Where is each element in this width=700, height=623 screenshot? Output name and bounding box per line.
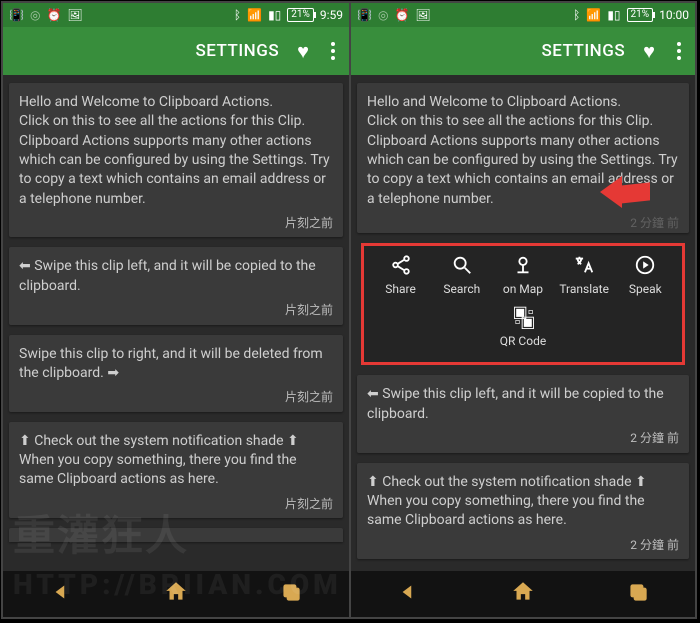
signal-icon: ▮▯	[268, 8, 281, 22]
nfc-icon: ◎	[378, 8, 388, 22]
recent-apps-button[interactable]	[278, 579, 304, 609]
clip-card[interactable]: ⬆ Check out the system notification shad…	[357, 463, 689, 559]
favorite-icon[interactable]: ♥	[643, 39, 655, 64]
home-button[interactable]	[510, 579, 536, 609]
clip-card[interactable]: ⬅ Swipe this clip left, and it will be c…	[9, 247, 343, 324]
translate-icon	[573, 254, 595, 276]
speak-icon	[634, 254, 656, 276]
battery-badge: 21%	[287, 8, 314, 22]
clip-timestamp: 片刻之前	[19, 215, 333, 232]
clip-card[interactable]	[9, 528, 343, 542]
clip-text: ⬆ Check out the system notification shad…	[367, 473, 679, 531]
action-label: QR Code	[500, 334, 546, 348]
vibrate-icon: 📳	[9, 8, 24, 22]
clip-timestamp: 片刻之前	[19, 496, 333, 513]
clip-text: ⬅ Swipe this clip left, and it will be c…	[19, 257, 333, 296]
clock: 9:59	[320, 8, 343, 22]
clip-text: ⬆ Check out the system notification shad…	[19, 432, 333, 490]
clip-card[interactable]: ⬅ Swipe this clip left, and it will be c…	[357, 375, 689, 452]
overflow-menu-icon[interactable]	[673, 40, 685, 62]
wifi-icon: 📶	[247, 8, 262, 22]
back-button[interactable]	[395, 579, 421, 609]
annotation-arrow	[604, 174, 650, 204]
clip-timestamp: 2 分鐘 前	[367, 215, 679, 232]
status-bar: 📳 ◎ ⏰ 🖼 ᛒ 📶 ▮▯ 21% 9:59	[3, 3, 349, 27]
image-icon: 🖼	[67, 8, 82, 22]
navigation-bar	[3, 571, 349, 617]
clip-card[interactable]: Swipe this clip to right, and it will be…	[9, 335, 343, 412]
action-label: Speak	[629, 282, 662, 296]
clip-text: Hello and Welcome to Clipboard Actions. …	[19, 93, 333, 209]
alarm-icon: ⏰	[394, 8, 409, 22]
search-action[interactable]: Search	[432, 254, 492, 296]
home-button[interactable]	[163, 579, 189, 609]
app-bar: SETTINGS ♥	[351, 27, 695, 75]
clip-text: ⬅ Swipe this clip left, and it will be c…	[367, 385, 679, 424]
settings-button[interactable]: SETTINGS	[195, 41, 279, 61]
status-bar: 📳 ◎ ⏰ 🖼 ᛒ 📶 ▮▯ 21% 10:00	[351, 3, 695, 27]
speak-action[interactable]: Speak	[615, 254, 675, 296]
phone-left: 📳 ◎ ⏰ 🖼 ᛒ 📶 ▮▯ 21% 9:59 SETTINGS ♥ Hello…	[3, 3, 349, 617]
actions-panel: Share Search on Map Translate	[361, 243, 685, 365]
bluetooth-icon: ᛒ	[573, 8, 580, 22]
signal-icon: ▮▯	[607, 8, 620, 22]
overflow-menu-icon[interactable]	[327, 40, 339, 62]
clip-timestamp: 片刻之前	[19, 389, 333, 406]
clip-timestamp: 2 分鐘 前	[367, 537, 679, 554]
translate-action[interactable]: Translate	[554, 254, 614, 296]
settings-button[interactable]: SETTINGS	[541, 41, 625, 61]
navigation-bar	[351, 571, 695, 617]
clip-list: Hello and Welcome to Clipboard Actions. …	[351, 75, 695, 571]
app-bar: SETTINGS ♥	[3, 27, 349, 75]
alarm-icon: ⏰	[46, 8, 61, 22]
back-button[interactable]	[48, 579, 74, 609]
phone-right: 📳 ◎ ⏰ 🖼 ᛒ 📶 ▮▯ 21% 10:00 SETTINGS ♥ Hell…	[349, 3, 695, 617]
qr-action[interactable]: ▣▫▫▣ QR Code	[493, 308, 553, 348]
action-label: Search	[443, 282, 480, 296]
share-action[interactable]: Share	[371, 254, 431, 296]
clip-text: Swipe this clip to right, and it will be…	[19, 345, 333, 384]
map-action[interactable]: on Map	[493, 254, 553, 296]
wifi-icon: 📶	[586, 8, 601, 22]
clock: 10:00	[659, 8, 689, 22]
action-label: Translate	[559, 282, 609, 296]
clip-timestamp: 片刻之前	[19, 302, 333, 319]
clip-card-expanded[interactable]: Hello and Welcome to Clipboard Actions. …	[357, 83, 689, 233]
map-pin-icon	[512, 254, 534, 276]
share-icon	[390, 254, 412, 276]
clip-card[interactable]: Hello and Welcome to Clipboard Actions. …	[9, 83, 343, 237]
clip-timestamp: 2 分鐘 前	[367, 430, 679, 447]
vibrate-icon: 📳	[357, 8, 372, 22]
action-label: on Map	[503, 282, 543, 296]
favorite-icon[interactable]: ♥	[297, 39, 309, 64]
action-label: Share	[385, 282, 416, 296]
bluetooth-icon: ᛒ	[234, 8, 241, 22]
image-icon: 🖼	[415, 8, 430, 22]
nfc-icon: ◎	[30, 8, 40, 22]
clip-list: Hello and Welcome to Clipboard Actions. …	[3, 75, 349, 571]
qr-icon: ▣▫▫▣	[513, 308, 534, 328]
battery-badge: 21%	[627, 8, 654, 22]
clip-card[interactable]: ⬆ Check out the system notification shad…	[9, 422, 343, 518]
search-icon	[451, 254, 473, 276]
recent-apps-button[interactable]	[625, 579, 651, 609]
